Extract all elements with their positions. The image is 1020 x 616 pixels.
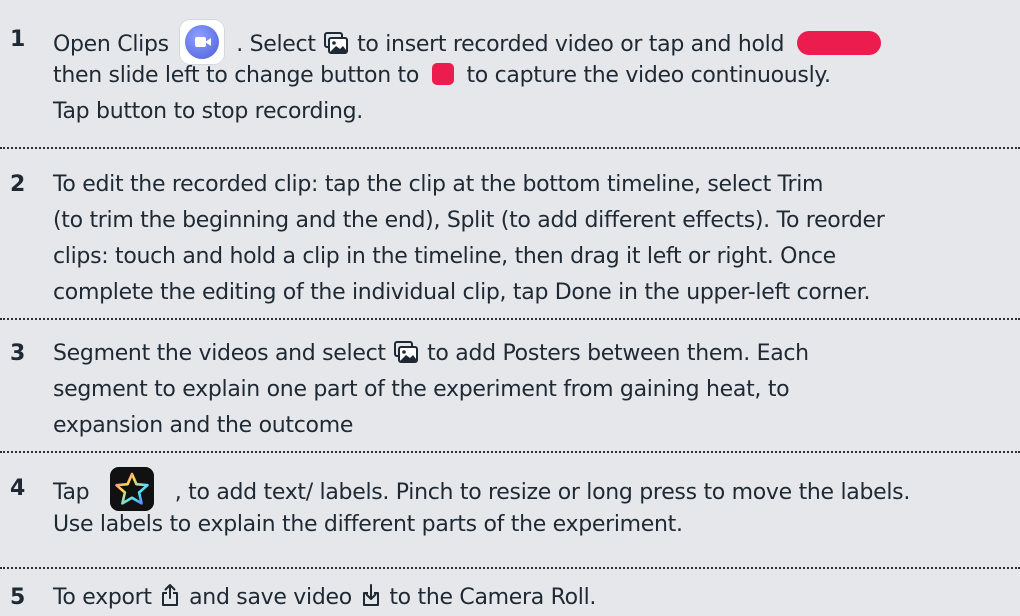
step-text-segment: and save video — [189, 585, 352, 610]
step-text-segment: then slide left to change button to — [53, 63, 420, 88]
record-button-icon — [796, 31, 881, 55]
step-line: Open Clips . Select to insert recorded v… — [53, 19, 1018, 65]
step-text-segment: Segment the videos and select — [53, 341, 386, 366]
step-text-segment: to capture the video continuously. — [466, 63, 831, 88]
step-text-segment: . Select — [236, 32, 316, 57]
step-line: expansion and the outcome — [53, 413, 354, 438]
photo-gallery-icon — [394, 341, 419, 363]
dotted-divider — [0, 567, 1020, 569]
step-line: To export and save video to the Camera R… — [53, 580, 1018, 616]
clips-app-icon — [179, 19, 226, 65]
step-text: To export and save video to the Camera R… — [53, 580, 1018, 616]
step-text-segment: to insert recorded video or tap and hold — [357, 32, 785, 57]
star-effects-icon — [110, 467, 155, 511]
step-text-segment: Open Clips — [53, 32, 169, 57]
step-number: 4 — [10, 476, 26, 501]
step-line: Tap , to add text/ labels. Pinch to resi… — [53, 467, 1018, 511]
dotted-divider — [0, 318, 1020, 320]
step-line: Use labels to explain the different part… — [53, 512, 683, 537]
step-number: 2 — [10, 172, 26, 197]
step-number: 1 — [10, 27, 26, 52]
step-text: Segment the videos and select to add Pos… — [53, 336, 1018, 444]
step-text: Tap , to add text/ labels. Pinch to resi… — [53, 467, 1018, 543]
share-export-icon — [162, 584, 179, 606]
step-text-segment: , to add text/ labels. Pinch to resize o… — [174, 480, 911, 505]
step-line: (to trim the beginning and the end), Spl… — [53, 208, 885, 233]
step-text: To edit the recorded clip: tap the clip … — [53, 167, 1018, 311]
step-line: To edit the recorded clip: tap the clip … — [53, 172, 824, 197]
step-number: 3 — [10, 341, 26, 366]
step-number: 5 — [10, 585, 26, 610]
step-text-segment: Tap — [53, 480, 90, 505]
step-text: Open Clips . Select to insert recorded v… — [53, 19, 1018, 130]
step-text-segment: to the Camera Roll. — [389, 585, 597, 610]
dotted-divider — [0, 147, 1020, 149]
step-line: Segment the videos and select to add Pos… — [53, 336, 1018, 372]
photo-gallery-icon — [324, 32, 349, 54]
instructions-page: 1 Open Clips . Select to insert recorded… — [0, 0, 1020, 610]
step-line: Tap button to stop recording. — [53, 99, 363, 124]
save-download-icon — [362, 584, 379, 606]
step-line: clips: touch and hold a clip in the time… — [53, 244, 836, 269]
step-text-segment: To export — [53, 585, 152, 610]
step-line: segment to explain one part of the exper… — [53, 377, 790, 402]
step-line: complete the editing of the individual c… — [53, 280, 871, 305]
record-stop-square-icon — [431, 63, 454, 85]
step-text-segment: to add Posters between them. Each — [427, 341, 809, 366]
dotted-divider — [0, 451, 1020, 453]
